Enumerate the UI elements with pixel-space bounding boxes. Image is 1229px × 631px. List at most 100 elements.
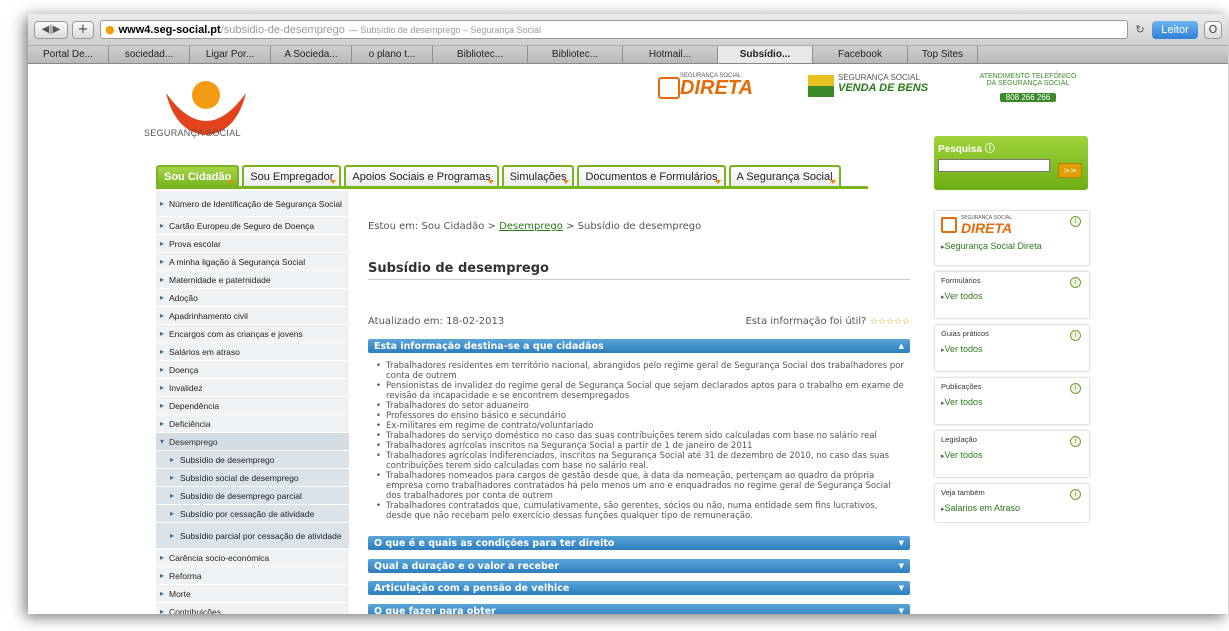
sidebar-item[interactable]: Contribuições bbox=[156, 603, 349, 615]
sidebar-item[interactable]: A minha ligação à Segurança Social bbox=[156, 253, 349, 271]
bookmark-tab[interactable]: A Socieda... bbox=[271, 46, 352, 63]
list-item: Trabalhadores agrícolas indiferenciados,… bbox=[376, 451, 904, 471]
add-bookmark-button[interactable]: + bbox=[72, 20, 94, 39]
sidebar-item[interactable]: Deficiência bbox=[156, 415, 349, 433]
url-field[interactable]: ● www4.seg-social.pt /subsidio-de-desemp… bbox=[100, 20, 1128, 39]
sidebar-item[interactable]: Apadrinhamento civil bbox=[156, 307, 349, 325]
box-link[interactable]: Ver todos bbox=[941, 450, 1083, 460]
info-icon[interactable]: i bbox=[1070, 216, 1081, 227]
ss-direta-banner[interactable]: SEGURANÇA SOCIAL DIRETA bbox=[658, 73, 768, 109]
breadcrumb: Estou em: Sou Cidadão > Desemprego > Sub… bbox=[368, 221, 701, 232]
sidebar-item[interactable]: Subsídio de desemprego bbox=[156, 451, 349, 469]
sidebar-item[interactable]: Cartão Europeu de Seguro de Doença bbox=[156, 217, 349, 235]
sidebar-item[interactable]: Subsídio parcial por cessação de ativida… bbox=[156, 523, 349, 549]
nav-tab[interactable]: Apoios Sociais e Programas bbox=[344, 165, 499, 186]
sidebar-item[interactable]: Encargos com as crianças e jovens bbox=[156, 325, 349, 343]
box-title: Guias práticos bbox=[941, 329, 989, 338]
accordion-header[interactable]: O que é e quais as condições para ter di… bbox=[368, 536, 910, 550]
breadcrumb-current: > Subsídio de desemprego bbox=[562, 221, 702, 232]
sidebar-item[interactable]: Desemprego bbox=[156, 433, 349, 451]
sidebar-item[interactable]: Salários em atraso bbox=[156, 343, 349, 361]
info-icon[interactable]: i bbox=[1070, 277, 1081, 288]
info-icon[interactable]: i bbox=[1070, 330, 1081, 341]
url-host: www4.seg-social.pt bbox=[118, 23, 221, 36]
list-item: Trabalhadores do setor aduaneiro bbox=[376, 401, 904, 411]
list-item: Trabalhadores contratados que, cumulativ… bbox=[376, 501, 904, 521]
section-open-header[interactable]: Esta informação destina-se a que cidadão… bbox=[368, 339, 910, 353]
nav-tab[interactable]: Simulações bbox=[501, 165, 575, 186]
right-column: SEGURANÇA SOCIAL DIRETA i Segurança Soci… bbox=[934, 210, 1090, 528]
title-divider bbox=[368, 279, 910, 280]
info-icon[interactable]: i bbox=[1070, 383, 1081, 394]
sidebar-item[interactable]: Adoção bbox=[156, 289, 349, 307]
sidebar-item[interactable]: Dependência bbox=[156, 397, 349, 415]
site-favicon-icon: ● bbox=[105, 23, 115, 36]
reader-button[interactable]: Leitor bbox=[1152, 20, 1198, 39]
breadcrumb-prefix: Estou em: Sou Cidadão > bbox=[368, 221, 500, 232]
sidebar-item[interactable]: Número de Identificação de Segurança Soc… bbox=[156, 191, 349, 217]
phone-line-1: ATENDIMENTO TELEFÓNICO bbox=[979, 73, 1077, 80]
info-icon[interactable]: i bbox=[1070, 489, 1081, 500]
venda-de-bens-banner[interactable]: SEGURANÇA SOCIAL VENDA DE BENS bbox=[808, 73, 948, 109]
expand-arrow-icon: ▼ bbox=[898, 539, 904, 547]
bookmark-tab[interactable]: o plano t... bbox=[352, 46, 433, 63]
rating-stars-icon[interactable]: ☆☆☆☆☆ bbox=[870, 317, 910, 327]
nav-tab-label: Apoios Sociais e Programas bbox=[352, 170, 491, 183]
sidebar-item[interactable]: Maternidade e paternidade bbox=[156, 271, 349, 289]
reload-icon[interactable]: ↻ bbox=[1132, 23, 1148, 36]
sidebar-item[interactable]: Subsídio de desemprego parcial bbox=[156, 487, 349, 505]
bookmark-tab[interactable]: Hotmail... bbox=[623, 46, 718, 63]
bookmark-tab[interactable]: sociedad... bbox=[109, 46, 190, 63]
bookmark-tab[interactable]: Ligar Por... bbox=[190, 46, 271, 63]
sidebar-item[interactable]: Reforma bbox=[156, 567, 349, 585]
url-path: /subsidio-de-desemprego bbox=[220, 23, 345, 36]
nav-tab[interactable]: Documentos e Formulários bbox=[577, 165, 726, 186]
sidebar-item[interactable]: Invalidez bbox=[156, 379, 349, 397]
venda-de-bens-title: VENDA DE BENS bbox=[838, 82, 929, 94]
dropdown-arrow-icon bbox=[228, 180, 235, 184]
bookmark-tab[interactable]: Bibliotec... bbox=[433, 46, 528, 63]
breadcrumb-link-desemprego[interactable]: Desemprego bbox=[499, 221, 563, 232]
box-link[interactable]: Salarios em Atraso bbox=[941, 503, 1083, 513]
search-go-button[interactable]: >> bbox=[1058, 163, 1082, 178]
accordion-title: Qual a duração e o valor a receber bbox=[374, 560, 559, 572]
sidebar-item[interactable]: Carência socio-económica bbox=[156, 549, 349, 567]
bookmark-tab[interactable]: Subsídio... bbox=[718, 46, 813, 63]
section-open-title: Esta informação destina-se a que cidadão… bbox=[374, 340, 604, 352]
list-item: Trabalhadores do serviço doméstico no ca… bbox=[376, 431, 904, 441]
reading-list-icon[interactable]: O bbox=[1204, 20, 1222, 39]
page-title: Subsídio de desemprego bbox=[368, 261, 549, 276]
expand-arrow-icon: ▼ bbox=[898, 584, 904, 592]
bookmark-tab[interactable]: Bibliotec... bbox=[528, 46, 623, 63]
ss-direta-link[interactable]: Segurança Social Direta bbox=[941, 241, 1083, 251]
sidebar-item[interactable]: Subsídio por cessação de atividade bbox=[156, 505, 349, 523]
box-title: Publicações bbox=[941, 382, 982, 391]
accordion-header[interactable]: Qual a duração e o valor a receber ▼ bbox=[368, 559, 910, 573]
back-forward-buttons[interactable]: ◀|▶ bbox=[34, 20, 68, 39]
accordion-header[interactable]: O que fazer para obter ▼ bbox=[368, 604, 910, 614]
sidebar-item[interactable]: Doença bbox=[156, 361, 349, 379]
box-link[interactable]: Ver todos bbox=[941, 397, 1083, 407]
nav-tab[interactable]: Sou Cidadão bbox=[156, 165, 240, 186]
rating-prompt: Esta informação foi útil? ☆☆☆☆☆ bbox=[746, 316, 911, 327]
nav-tab[interactable]: Sou Empregador bbox=[242, 165, 342, 186]
accordion-header[interactable]: Articulação com a pensão de velhice ▼ bbox=[368, 581, 910, 595]
ss-direta-box-title: DIRETA bbox=[961, 220, 1013, 236]
webpage: SEGURANÇA SOCIAL SEGURANÇA SOCIAL DIRETA… bbox=[28, 65, 1228, 614]
box-link[interactable]: Ver todos bbox=[941, 344, 1083, 354]
dropdown-arrow-icon bbox=[563, 180, 570, 184]
sidebar-item[interactable]: Prova escolar bbox=[156, 235, 349, 253]
search-input[interactable] bbox=[938, 159, 1050, 172]
sidebar-box: Guias práticos i Ver todos bbox=[934, 324, 1090, 372]
bookmark-tab[interactable]: Facebook bbox=[813, 46, 908, 63]
list-item: Trabalhadores agrícolas inscritos na Seg… bbox=[376, 441, 904, 451]
sidebar-item[interactable]: Subsídio social de desemprego bbox=[156, 469, 349, 487]
box-link[interactable]: Ver todos bbox=[941, 291, 1083, 301]
sidebar: Número de Identificação de Segurança Soc… bbox=[156, 191, 349, 614]
info-icon[interactable]: i bbox=[1070, 436, 1081, 447]
nav-tab[interactable]: A Segurança Social bbox=[728, 165, 841, 186]
sidebar-item[interactable]: Morte bbox=[156, 585, 349, 603]
rating-label: Esta informação foi útil? bbox=[745, 316, 867, 327]
bookmark-tab[interactable]: Top Sites bbox=[908, 46, 978, 63]
bookmark-tab[interactable]: Portal De... bbox=[28, 46, 109, 63]
